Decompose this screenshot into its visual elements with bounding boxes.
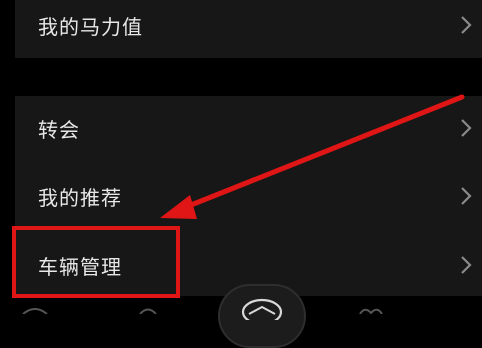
menu-group-top: 我的马力值 bbox=[15, 0, 482, 58]
chevron-right-icon bbox=[458, 14, 474, 36]
chat-icon[interactable] bbox=[20, 308, 50, 314]
discover-icon[interactable] bbox=[136, 308, 160, 314]
heart-icon[interactable] bbox=[356, 308, 386, 314]
menu-item-label: 我的马力值 bbox=[38, 14, 143, 39]
menu-item-transfer[interactable]: 转会 bbox=[15, 106, 482, 150]
menu-item-mali[interactable]: 我的马力值 bbox=[15, 0, 482, 50]
highlight-box bbox=[12, 226, 180, 298]
menu-item-label: 转会 bbox=[38, 117, 80, 142]
menu-item-my-recommend[interactable]: 我的推荐 bbox=[15, 174, 482, 218]
menu-item-label: 我的推荐 bbox=[38, 185, 122, 210]
brand-logo-icon[interactable] bbox=[218, 284, 306, 348]
chevron-right-icon bbox=[458, 254, 474, 276]
chevron-right-icon bbox=[458, 185, 474, 207]
chevron-right-icon bbox=[458, 117, 474, 139]
